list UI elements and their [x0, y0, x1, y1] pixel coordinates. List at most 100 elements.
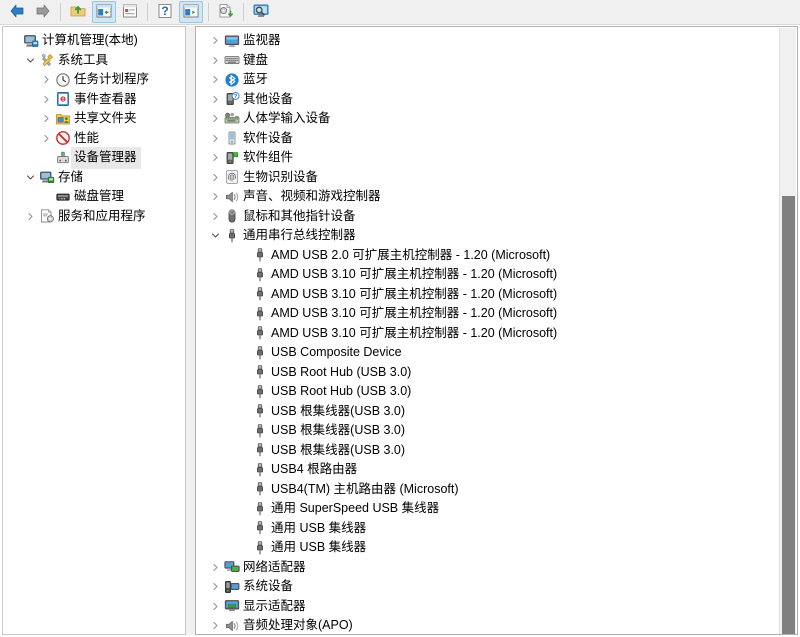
chevron-right-icon[interactable] — [208, 563, 223, 572]
chevron-right-icon[interactable] — [23, 212, 38, 221]
toolbar-separator — [60, 3, 61, 21]
device-tree-item-label: 软件组件 — [243, 150, 294, 164]
chevron-right-icon[interactable] — [39, 134, 54, 143]
device-tree[interactable]: 监视器 键盘 蓝牙? 其他设备 人体学输入设备 软件设备软件组件生物识别设备声音、视频和游… — [196, 27, 779, 634]
console-tree-item[interactable]: 计算机管理(本地) — [3, 31, 185, 51]
console-tree-item[interactable]: 性能 — [3, 129, 185, 149]
chevron-down-icon[interactable] — [208, 231, 223, 240]
chevron-right-icon[interactable] — [208, 582, 223, 591]
device-tree-item[interactable]: 音频处理对象(APO) — [196, 616, 779, 634]
console-tree-item[interactable]: 设备管理器 — [3, 147, 185, 169]
chevron-down-icon[interactable] — [23, 173, 38, 182]
device-tree-item[interactable]: 软件组件 — [196, 148, 779, 168]
console-tree-item[interactable]: 事件查看器 — [3, 90, 185, 110]
device-tree-item[interactable]: 蓝牙 — [196, 70, 779, 90]
scan-hardware-changes-button[interactable] — [214, 1, 238, 23]
folder-up-icon — [69, 2, 87, 23]
device-tree-item[interactable]: AMD USB 3.10 可扩展主机控制器 - 1.20 (Microsoft) — [196, 285, 779, 305]
chevron-right-icon[interactable] — [39, 75, 54, 84]
device-tree-item-label: 系统设备 — [243, 579, 294, 593]
device-tree-item[interactable]: USB4(TM) 主机路由器 (Microsoft) — [196, 480, 779, 500]
chevron-down-icon[interactable] — [23, 56, 38, 65]
device-manager-pane[interactable]: 监视器 键盘 蓝牙? 其他设备 人体学输入设备 软件设备软件组件生物识别设备声音、视频和游… — [195, 26, 798, 635]
device-tree-item[interactable]: 显示适配器 — [196, 597, 779, 617]
show-action-pane-button[interactable] — [179, 1, 203, 23]
usb-icon — [251, 520, 268, 537]
device-tree-item[interactable]: 通用 USB 集线器 — [196, 538, 779, 558]
device-tree-item[interactable]: 声音、视频和游戏控制器 — [196, 187, 779, 207]
chevron-right-icon[interactable] — [208, 56, 223, 65]
device-tree-item[interactable]: 通用串行总线控制器 — [196, 226, 779, 246]
device-tree-item[interactable]: USB 根集线器(USB 3.0) — [196, 421, 779, 441]
console-tree-item[interactable]: 任务计划程序 — [3, 70, 185, 90]
device-tree-item[interactable]: 通用 SuperSpeed USB 集线器 — [196, 499, 779, 519]
device-tree-item[interactable]: AMD USB 3.10 可扩展主机控制器 - 1.20 (Microsoft) — [196, 324, 779, 344]
usb-icon — [251, 247, 268, 264]
chevron-right-icon[interactable] — [208, 114, 223, 123]
chevron-right-icon[interactable] — [208, 75, 223, 84]
device-tree-item[interactable]: 通用 USB 集线器 — [196, 519, 779, 539]
up-one-level-button[interactable] — [66, 1, 90, 23]
console-tree-item[interactable]: 存储 — [3, 168, 185, 188]
device-tree-item[interactable]: 系统设备 — [196, 577, 779, 597]
device-tree-item[interactable]: USB Root Hub (USB 3.0) — [196, 382, 779, 402]
device-tree-item[interactable]: 生物识别设备 — [196, 168, 779, 188]
software-device-icon — [223, 130, 240, 147]
device-tree-item[interactable]: AMD USB 3.10 可扩展主机控制器 - 1.20 (Microsoft) — [196, 265, 779, 285]
device-tree-item[interactable]: 人体学输入设备 — [196, 109, 779, 129]
device-tree-item[interactable]: AMD USB 2.0 可扩展主机控制器 - 1.20 (Microsoft) — [196, 246, 779, 266]
device-tree-item-label: AMD USB 3.10 可扩展主机控制器 - 1.20 (Microsoft) — [271, 325, 558, 340]
device-tree-item[interactable]: 鼠标和其他指针设备 — [196, 207, 779, 227]
console-tree-item[interactable]: 磁盘管理 — [3, 187, 185, 207]
keyboard-icon — [223, 52, 240, 69]
chevron-right-icon[interactable] — [208, 95, 223, 104]
chevron-right-icon[interactable] — [208, 212, 223, 221]
show-console-tree-button[interactable] — [92, 1, 116, 23]
pane-splitter[interactable] — [186, 26, 195, 635]
device-tree-item[interactable]: USB 根集线器(USB 3.0) — [196, 402, 779, 422]
scrollbar-thumb[interactable] — [782, 196, 795, 634]
chevron-right-icon[interactable] — [39, 114, 54, 123]
device-tree-item-label: 软件设备 — [243, 130, 294, 145]
disk-management-icon — [54, 188, 71, 205]
toolbar-separator — [208, 3, 209, 21]
chevron-right-icon[interactable] — [208, 173, 223, 182]
chevron-right-icon[interactable] — [208, 192, 223, 201]
properties-button[interactable] — [118, 1, 142, 23]
device-tree-item[interactable]: USB Root Hub (USB 3.0) — [196, 363, 779, 383]
back-button[interactable] — [5, 1, 29, 23]
device-tree-item[interactable]: ? 其他设备 — [196, 90, 779, 110]
console-tree-pane[interactable]: 计算机管理(本地) 系统工具 任务计划程序 事件查看器 共享文件夹 性能 设备管理器 存储 磁盘… — [2, 26, 186, 635]
bluetooth-icon — [223, 71, 240, 88]
console-tree-icon — [95, 2, 113, 23]
device-tree-item[interactable]: USB4 根路由器 — [196, 460, 779, 480]
device-tree-item[interactable]: 监视器 — [196, 31, 779, 51]
update-driver-button[interactable] — [249, 1, 273, 23]
forward-button[interactable] — [31, 1, 55, 23]
device-tree-item[interactable]: AMD USB 3.10 可扩展主机控制器 - 1.20 (Microsoft) — [196, 304, 779, 324]
device-tree-item-label: 生物识别设备 — [243, 169, 319, 184]
console-tree-item[interactable]: 服务和应用程序 — [3, 207, 185, 227]
monitor-search-icon — [252, 2, 270, 23]
device-tree-item[interactable]: 键盘 — [196, 51, 779, 71]
usb-icon — [251, 422, 268, 439]
help-icon: ? — [156, 2, 174, 23]
device-tree-item[interactable]: 网络适配器 — [196, 558, 779, 578]
chevron-right-icon[interactable] — [208, 621, 223, 630]
console-tree-item[interactable]: 系统工具 — [3, 51, 185, 71]
console-tree[interactable]: 计算机管理(本地) 系统工具 任务计划程序 事件查看器 共享文件夹 性能 设备管理器 存储 磁盘… — [3, 27, 185, 226]
chevron-right-icon[interactable] — [39, 95, 54, 104]
chevron-right-icon[interactable] — [208, 153, 223, 162]
device-tree-item[interactable]: USB Composite Device — [196, 343, 779, 363]
biometric-icon — [223, 169, 240, 186]
device-tree-item[interactable]: 软件设备 — [196, 129, 779, 149]
device-tree-item-label: 通用串行总线控制器 — [243, 228, 356, 242]
console-tree-item[interactable]: 共享文件夹 — [3, 109, 185, 129]
chevron-right-icon[interactable] — [208, 134, 223, 143]
device-tree-item[interactable]: USB 根集线器(USB 3.0) — [196, 441, 779, 461]
help-button[interactable]: ? — [153, 1, 177, 23]
vertical-scrollbar[interactable] — [779, 28, 796, 634]
chevron-right-icon[interactable] — [208, 602, 223, 611]
mouse-icon — [223, 208, 240, 225]
chevron-right-icon[interactable] — [208, 36, 223, 45]
